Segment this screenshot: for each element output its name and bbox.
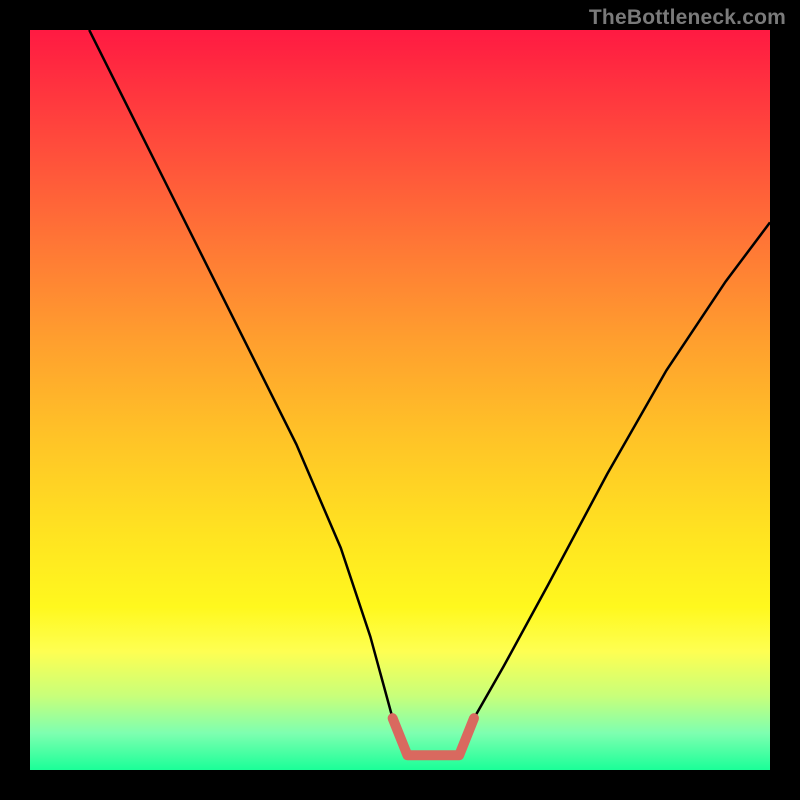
bottleneck-curve bbox=[89, 30, 770, 755]
plot-area bbox=[30, 30, 770, 770]
chart-svg bbox=[30, 30, 770, 770]
chart-frame: TheBottleneck.com bbox=[0, 0, 800, 800]
highlight-segment bbox=[393, 718, 474, 755]
watermark-text: TheBottleneck.com bbox=[589, 6, 786, 30]
